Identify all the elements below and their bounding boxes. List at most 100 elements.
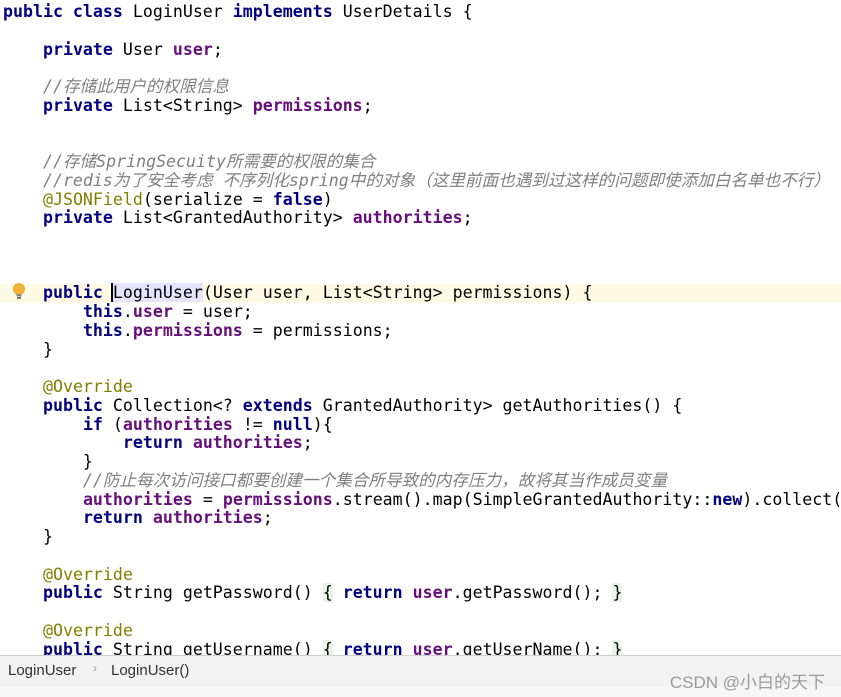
code-line[interactable]: public String getUsername() { return use… — [0, 639, 841, 656]
folded-brace[interactable]: } — [612, 583, 623, 603]
code-text: ; — [262, 508, 273, 528]
keyword: this — [82, 302, 123, 321]
folded-brace[interactable]: } — [612, 639, 623, 655]
code-line[interactable]: //redis为了安全考虑 不序列化spring中的对象（这里前面也遇到过这样的… — [0, 171, 841, 191]
code-line[interactable]: } — [0, 452, 841, 472]
code-line-text: public String getPassword() { return use… — [3, 583, 623, 603]
code-line[interactable]: return authorities; — [0, 508, 841, 528]
keyword: public — [42, 283, 113, 303]
folded-brace[interactable]: { — [322, 583, 333, 603]
code-line[interactable]: //存储SpringSecuity所需要的权限的集合 — [0, 152, 841, 172]
field: authorities — [122, 414, 233, 434]
keyword: false — [272, 189, 323, 209]
field: permissions — [132, 320, 243, 340]
code-line[interactable]: public String getPassword() { return use… — [0, 583, 841, 603]
code-line[interactable]: return authorities; — [0, 433, 841, 453]
keyword: private — [42, 95, 123, 115]
code-line[interactable]: } — [0, 527, 841, 547]
code-line[interactable] — [0, 59, 841, 78]
code-line-text: //存储此用户的权限信息 — [3, 77, 229, 97]
code-line-text: } — [3, 339, 53, 360]
code-line-text: } — [3, 527, 53, 547]
code-line[interactable]: public class LoginUser implements UserDe… — [0, 2, 841, 22]
code-line[interactable] — [0, 359, 841, 378]
code-line[interactable] — [0, 134, 841, 153]
code-line[interactable]: @Override — [0, 377, 841, 397]
code-line[interactable]: this.permissions = permissions; — [0, 320, 841, 341]
code-text: } — [3, 527, 53, 546]
field: authorities — [352, 208, 463, 228]
code-line[interactable]: public LoginUser(User user, List<String>… — [0, 283, 841, 303]
code-line[interactable]: if (authorities != null){ — [0, 414, 841, 435]
code-line[interactable] — [0, 247, 841, 266]
breadcrumb-class[interactable]: LoginUser — [8, 662, 76, 679]
code-line[interactable]: this.user = user; — [0, 302, 841, 322]
code-line[interactable] — [0, 228, 841, 247]
field: authorities — [152, 508, 263, 528]
code-line[interactable]: public Collection<? extends GrantedAutho… — [0, 395, 841, 416]
code-line[interactable] — [0, 547, 841, 566]
code-line[interactable] — [0, 116, 841, 135]
code-line-text: //存储SpringSecuity所需要的权限的集合 — [3, 152, 376, 172]
code-line[interactable]: private User user; — [0, 40, 841, 60]
keyword: public class — [3, 2, 133, 21]
code-line-text: return authorities; — [3, 508, 273, 528]
code-editor[interactable]: public class LoginUser implements UserDe… — [0, 0, 841, 655]
lightbulb-icon[interactable] — [12, 283, 26, 301]
code-line[interactable]: @Override — [0, 565, 841, 585]
code-line[interactable] — [0, 603, 841, 622]
code-text: = permissions; — [242, 320, 393, 340]
keyword: extends — [242, 395, 323, 415]
code-text: ; — [462, 208, 473, 228]
code-text: .getPassword(); — [452, 583, 613, 603]
code-line[interactable]: private List<GrantedAuthority> authoriti… — [0, 208, 841, 228]
code-line-text: this.user = user; — [3, 302, 253, 322]
highlighted-identifier: LoginUser — [110, 283, 203, 303]
code-text: ( — [112, 414, 123, 434]
code-text: ) — [322, 189, 333, 209]
code-line[interactable] — [0, 22, 841, 41]
field: permissions — [222, 489, 333, 509]
code-line[interactable]: @JSONField(serialize = false) — [0, 189, 841, 210]
comment: //防止每次访问接口都要创建一个集合所导致的内存压力，故将其当作成员变量 — [3, 470, 668, 490]
breadcrumb-method[interactable]: LoginUser() — [111, 662, 189, 679]
code-text: String getPassword() — [112, 583, 323, 603]
code-line[interactable]: authorities = permissions.stream().map(S… — [0, 489, 841, 510]
code-line-text: @JSONField(serialize = false) — [3, 189, 333, 210]
code-text: UserDetails { — [342, 2, 473, 21]
code-line[interactable]: //防止每次访问接口都要创建一个集合所导致的内存压力，故将其当作成员变量 — [0, 470, 841, 491]
field: user — [412, 583, 453, 603]
keyword: public — [42, 583, 113, 603]
code-line[interactable]: private List<String> permissions; — [0, 95, 841, 116]
code-text: } — [3, 339, 53, 359]
code-text: = — [192, 489, 223, 509]
comment: //存储SpringSecuity所需要的权限的集合 — [3, 152, 376, 171]
field: authorities — [192, 433, 303, 453]
code-line[interactable]: } — [0, 339, 841, 360]
code-line[interactable]: @Override — [0, 621, 841, 641]
code-line-text: public String getUsername() { return use… — [3, 639, 623, 656]
code-line[interactable]: //存储此用户的权限信息 — [0, 77, 841, 97]
code-line-text: if (authorities != null){ — [3, 414, 333, 435]
code-line[interactable] — [0, 266, 841, 285]
code-text: ; — [302, 433, 313, 453]
annotation: @Override — [42, 377, 133, 396]
code-line-text: } — [3, 452, 93, 472]
keyword: private — [42, 208, 123, 228]
folded-brace[interactable]: { — [322, 639, 333, 655]
code-line-text: @Override — [3, 565, 133, 585]
keyword: return — [342, 639, 413, 655]
code-line-text: public Collection<? extends GrantedAutho… — [3, 395, 682, 416]
code-line-text: public LoginUser(User user, List<String>… — [3, 283, 592, 303]
keyword: null — [272, 414, 313, 434]
